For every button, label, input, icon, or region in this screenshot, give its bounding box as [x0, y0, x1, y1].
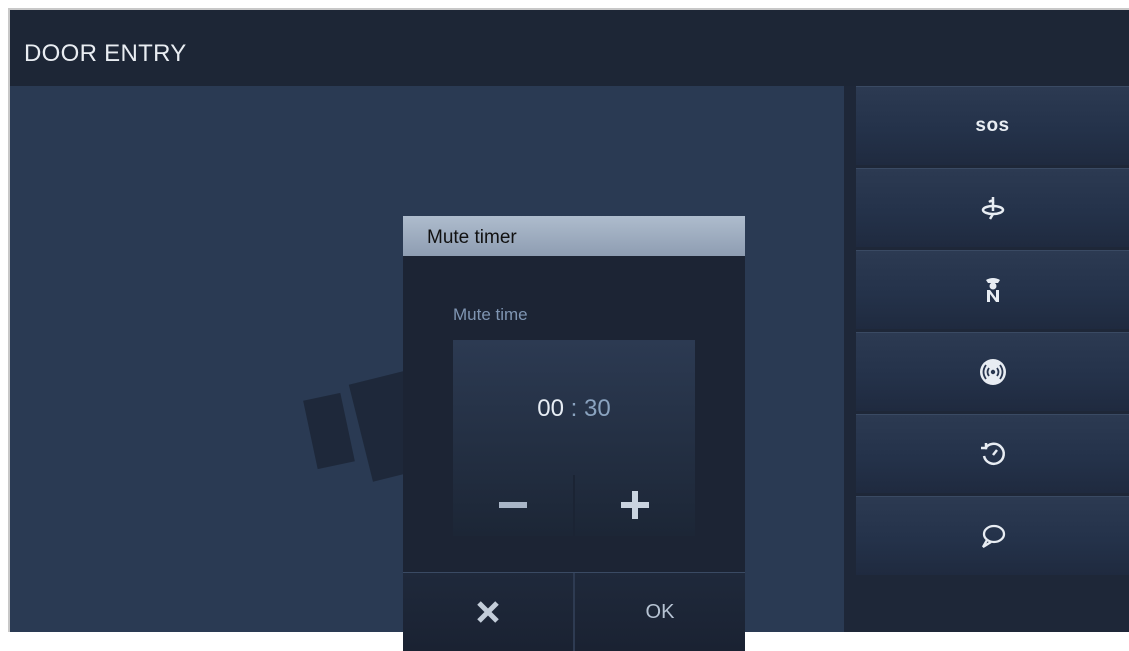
- close-icon: [477, 601, 499, 623]
- background-decoration: [303, 392, 355, 470]
- cancel-button[interactable]: [403, 573, 573, 651]
- minus-icon: [499, 501, 527, 508]
- ok-label: OK: [645, 600, 675, 623]
- sos-icon: SOS: [975, 115, 1010, 136]
- screen: DOOR ENTRY Mute timer Mute time 00 : 30: [10, 10, 1129, 651]
- ok-button[interactable]: OK: [575, 573, 745, 651]
- dialog-title: Mute timer: [427, 227, 517, 248]
- time-display[interactable]: 00 : 30: [453, 395, 695, 423]
- guard-button[interactable]: [856, 250, 1129, 329]
- alarm-button[interactable]: [856, 332, 1129, 411]
- sidebar: SOS: [844, 86, 1129, 632]
- sos-button[interactable]: SOS: [856, 86, 1129, 165]
- alarm-icon: [979, 359, 1006, 385]
- main-panel: Mute timer Mute time 00 : 30 OK: [10, 86, 844, 651]
- history-icon: [980, 442, 1005, 466]
- decrement-button[interactable]: [453, 473, 573, 536]
- plus-icon: [621, 490, 649, 519]
- message-icon: [981, 524, 1005, 548]
- time-picker: 00 : 30: [453, 340, 695, 536]
- increment-button[interactable]: [575, 473, 695, 536]
- header-bar: DOOR ENTRY: [10, 10, 1129, 86]
- dialog-footer: OK: [403, 572, 745, 651]
- mute-timer-dialog: Mute timer Mute time 00 : 30 OK: [403, 216, 745, 651]
- rotate-button[interactable]: [856, 168, 1129, 247]
- guard-icon: [985, 278, 1000, 302]
- seconds-value: 30: [584, 395, 611, 422]
- minutes-value: 00: [537, 395, 564, 422]
- time-separator: :: [570, 395, 578, 422]
- message-button[interactable]: [856, 496, 1129, 575]
- dialog-title-bar: Mute timer: [403, 216, 745, 256]
- history-button[interactable]: [856, 414, 1129, 493]
- page-title: DOOR ENTRY: [24, 40, 187, 67]
- rotate-lock-icon: [981, 197, 1004, 220]
- mute-time-label: Mute time: [453, 305, 528, 324]
